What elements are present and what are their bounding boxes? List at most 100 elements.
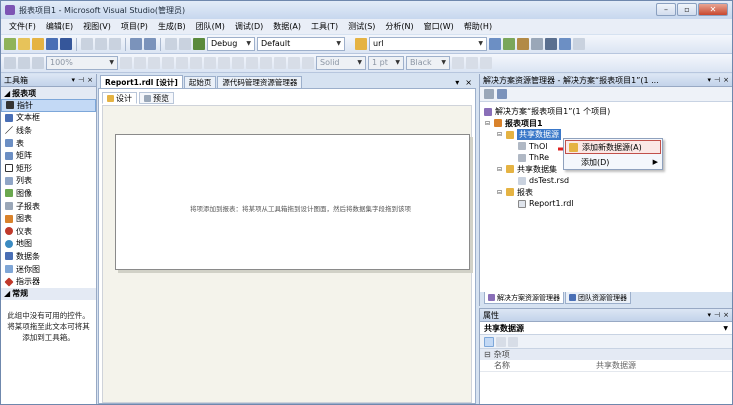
pin-icon[interactable]: ⊣ xyxy=(78,76,84,84)
platform-select[interactable]: Default ▼ xyxy=(257,37,345,51)
collapse-icon[interactable]: ⊟ xyxy=(484,120,491,127)
font-color-icon[interactable] xyxy=(162,57,174,69)
align-top-icon[interactable] xyxy=(232,57,244,69)
menu-team[interactable]: 团队(M) xyxy=(191,21,230,32)
collapse-icon[interactable]: ⊟ xyxy=(496,166,503,173)
italic-icon[interactable] xyxy=(134,57,146,69)
menu-window[interactable]: 窗口(W) xyxy=(419,21,459,32)
line-style-select[interactable]: Solid ▼ xyxy=(316,56,366,70)
toolbox-item-table[interactable]: 表 xyxy=(1,137,96,150)
toolbox-icon[interactable] xyxy=(545,38,557,50)
toolbox-item-sparkline[interactable]: 迷你图 xyxy=(1,263,96,276)
toolbox-item-matrix[interactable]: 矩阵 xyxy=(1,149,96,162)
collapse-icon[interactable]: ⊟ xyxy=(496,131,503,138)
open-file-icon[interactable] xyxy=(32,38,44,50)
minimize-button[interactable]: – xyxy=(656,3,676,16)
toolbox-item-pointer[interactable]: 指针 xyxy=(1,99,96,112)
find-icon[interactable] xyxy=(489,38,501,50)
toolbox-item-image[interactable]: 图像 xyxy=(1,187,96,200)
line-width-select[interactable]: 1 pt ▼ xyxy=(368,56,404,70)
save-icon[interactable] xyxy=(46,38,58,50)
tab-preview[interactable]: 预览 xyxy=(139,92,174,104)
extension-manager-icon[interactable] xyxy=(573,38,585,50)
tab-start-page[interactable]: 起始页 xyxy=(183,76,217,88)
tree-node-report[interactable]: Report1.rdl xyxy=(480,198,732,210)
new-project-icon[interactable] xyxy=(4,38,16,50)
properties-icon[interactable] xyxy=(517,38,529,50)
close-icon[interactable]: × xyxy=(723,311,729,319)
undo-icon[interactable] xyxy=(130,38,142,50)
toolbox-item-textbox[interactable]: 文本框 xyxy=(1,112,96,125)
pin-icon[interactable]: ⊣ xyxy=(714,311,720,319)
underline-icon[interactable] xyxy=(148,57,160,69)
find-in-files-icon[interactable] xyxy=(355,38,367,50)
border-all-icon[interactable] xyxy=(452,57,464,69)
start-page-icon[interactable] xyxy=(559,38,571,50)
border-right-icon[interactable] xyxy=(302,57,314,69)
align-bottom-icon[interactable] xyxy=(260,57,272,69)
border-icon[interactable] xyxy=(274,57,286,69)
categorized-icon[interactable] xyxy=(484,336,494,347)
dropdown-icon[interactable]: ▾ xyxy=(708,311,712,319)
zoom-select[interactable]: 100% ▼ xyxy=(46,56,118,70)
navigate-back-icon[interactable] xyxy=(165,38,177,50)
close-button[interactable]: ✕ xyxy=(698,3,728,16)
toolbox-group-report-items[interactable]: ◢ 报表项 xyxy=(1,87,96,99)
menu-data[interactable]: 数据(A) xyxy=(268,21,306,32)
toolbox-item-list[interactable]: 列表 xyxy=(1,175,96,188)
menu-test[interactable]: 测试(S) xyxy=(343,21,380,32)
cut-icon[interactable] xyxy=(81,38,93,50)
paste-icon[interactable] xyxy=(109,38,121,50)
property-pages-icon[interactable] xyxy=(508,336,518,347)
properties-category[interactable]: ⊟ 杂项 xyxy=(480,349,732,360)
toolbox-item-subreport[interactable]: 子报表 xyxy=(1,200,96,213)
close-icon[interactable]: × xyxy=(87,76,93,84)
add-item-icon[interactable] xyxy=(18,38,30,50)
tab-solution-explorer[interactable]: 解决方案资源管理器 xyxy=(484,292,564,304)
align-left-icon[interactable] xyxy=(190,57,202,69)
configuration-select[interactable]: Debug ▼ xyxy=(207,37,255,51)
size-icon[interactable] xyxy=(18,57,30,69)
menu-help[interactable]: 帮助(H) xyxy=(459,21,497,32)
navigate-forward-icon[interactable] xyxy=(179,38,191,50)
tree-node-solution[interactable]: 解决方案“报表项目1”(1 个项目) xyxy=(480,106,732,118)
tree-node-project[interactable]: ⊟ 报表项目1 xyxy=(480,118,732,130)
object-browser-icon[interactable] xyxy=(531,38,543,50)
menu-view[interactable]: 视图(V) xyxy=(78,21,116,32)
pin-icon[interactable]: ⊣ xyxy=(714,76,720,84)
align-middle-icon[interactable] xyxy=(246,57,258,69)
toolbox-item-chart[interactable]: 图表 xyxy=(1,212,96,225)
close-tab-icon[interactable]: × xyxy=(465,78,472,87)
border-outside-icon[interactable] xyxy=(480,57,492,69)
tab-source-control-explorer[interactable]: 源代码管理资源管理器 xyxy=(217,76,303,88)
menu-edit[interactable]: 编辑(E) xyxy=(41,21,78,32)
menu-project[interactable]: 项目(P) xyxy=(116,21,153,32)
tree-node-dataset[interactable]: dsTest.rsd xyxy=(480,175,732,187)
copy-icon[interactable] xyxy=(95,38,107,50)
border-left-icon[interactable] xyxy=(288,57,300,69)
toolbox-item-line[interactable]: 线条 xyxy=(1,124,96,137)
align-center-icon[interactable] xyxy=(204,57,216,69)
toolbox-item-indicator[interactable]: 指示器 xyxy=(1,275,96,288)
report-body[interactable]: 将项添加到报表：将某项从工具箱拖到设计图面，然后将数据集字段拖到该项 xyxy=(115,134,470,270)
toolbox-item-gauge[interactable]: 仪表 xyxy=(1,225,96,238)
tree-node-reports[interactable]: ⊟ 报表 xyxy=(480,187,732,199)
fill-color-icon[interactable] xyxy=(176,57,188,69)
menu-build[interactable]: 生成(B) xyxy=(153,21,191,32)
tab-design[interactable]: 设计 xyxy=(102,92,137,104)
toolbox-item-map[interactable]: 地图 xyxy=(1,238,96,251)
bold-icon[interactable] xyxy=(120,57,132,69)
border-none-icon[interactable] xyxy=(466,57,478,69)
properties-icon[interactable] xyxy=(484,89,494,99)
maximize-button[interactable]: ▫ xyxy=(677,3,697,16)
align-icon[interactable] xyxy=(4,57,16,69)
menu-file[interactable]: 文件(F) xyxy=(4,21,41,32)
toolbox-item-rectangle[interactable]: 矩形 xyxy=(1,162,96,175)
menu-debug[interactable]: 调试(D) xyxy=(230,21,268,32)
toolbox-group-general[interactable]: ◢ 常规 xyxy=(1,287,96,300)
menu-tools[interactable]: 工具(T) xyxy=(306,21,343,32)
toolbox-item-databar[interactable]: 数据条 xyxy=(1,250,96,263)
dropdown-icon[interactable]: ▾ xyxy=(72,76,76,84)
redo-icon[interactable] xyxy=(144,38,156,50)
find-input[interactable]: url ▼ xyxy=(369,37,487,51)
